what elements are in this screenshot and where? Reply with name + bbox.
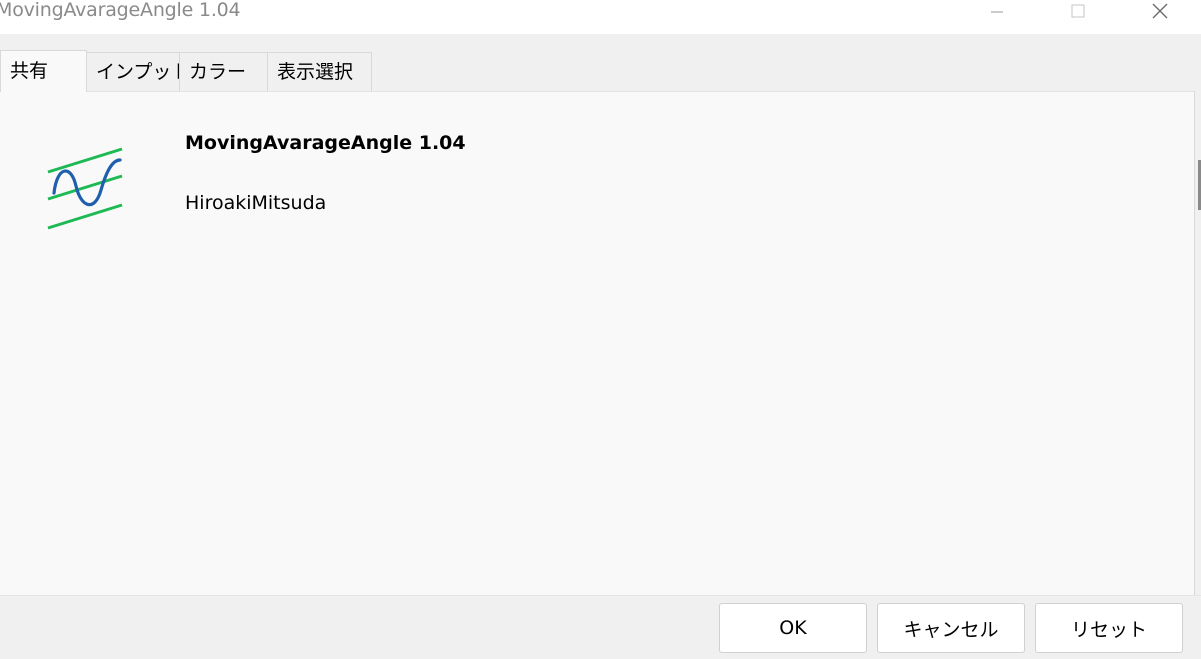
maximize-icon xyxy=(1071,4,1085,18)
indicator-author: HiroakiMitsuda xyxy=(185,192,327,214)
cancel-button[interactable]: キャンセル xyxy=(877,603,1025,653)
window-title: MovingAvarageAngle 1.04 xyxy=(0,0,241,21)
tab-strip: 共有 インプット カラー 表示選択 xyxy=(0,34,1201,92)
ok-button[interactable]: OK xyxy=(719,603,867,653)
tab-common[interactable]: 共有 xyxy=(0,50,87,92)
dialog-footer: OK キャンセル リセット xyxy=(0,595,1201,659)
tab-inputs[interactable]: インプット xyxy=(86,52,190,91)
title-bar[interactable]: MovingAvarageAngle 1.04 xyxy=(0,0,1201,34)
indicator-name: MovingAvarageAngle 1.04 xyxy=(185,132,466,154)
reset-button[interactable]: リセット xyxy=(1035,603,1183,653)
indicator-properties-dialog: MovingAvarageAngle 1.04 共有 インプット カラー 表示選… xyxy=(0,0,1201,659)
maximize-button[interactable] xyxy=(1055,0,1101,22)
tab-visualization[interactable]: 表示選択 xyxy=(267,52,372,91)
tab-colors[interactable]: カラー xyxy=(179,52,268,91)
common-tab-panel: MovingAvarageAngle 1.04 HiroakiMitsuda xyxy=(0,91,1195,595)
minimize-icon xyxy=(991,11,1003,13)
minimize-button[interactable] xyxy=(974,0,1020,22)
close-icon xyxy=(1152,3,1168,19)
close-button[interactable] xyxy=(1137,0,1183,22)
moving-average-indicator-icon xyxy=(47,147,123,230)
